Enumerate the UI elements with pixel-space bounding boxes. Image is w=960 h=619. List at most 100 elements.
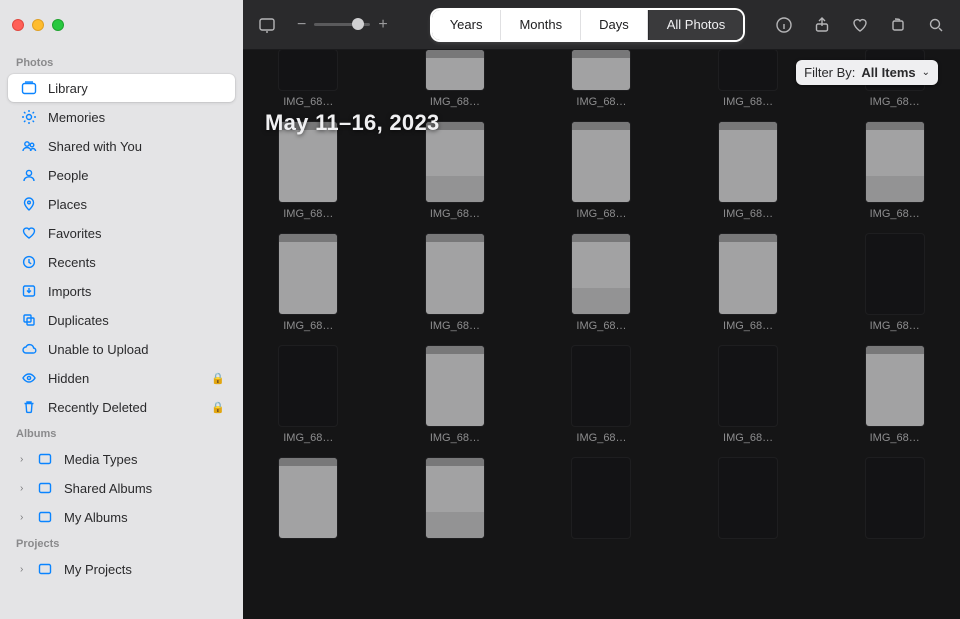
photo-thumbnail[interactable] xyxy=(279,50,337,90)
photo-cell[interactable]: IMG_68… xyxy=(412,50,499,108)
photo-thumbnail[interactable] xyxy=(572,122,630,202)
photo-cell[interactable]: IMG_68… xyxy=(705,346,792,444)
photo-thumbnail[interactable] xyxy=(866,458,924,538)
photo-caption: IMG_68… xyxy=(283,432,333,444)
photo-thumbnail[interactable] xyxy=(279,458,337,538)
photo-cell[interactable]: IMG_68… xyxy=(558,50,645,108)
photo-thumbnail[interactable] xyxy=(719,50,777,90)
fullscreen-window-button[interactable] xyxy=(52,19,64,31)
info-icon[interactable] xyxy=(774,15,794,35)
photo-thumbnail[interactable] xyxy=(866,234,924,314)
photo-cell[interactable]: IMG_68… xyxy=(558,346,645,444)
photo-caption: IMG_68… xyxy=(723,96,773,108)
photo-cell[interactable]: IMG_68… xyxy=(851,234,938,332)
toolbar: − + Years Months Days All Photos xyxy=(243,0,960,50)
sidebar-item-shared-with-you[interactable]: Shared with You xyxy=(8,132,235,160)
photo-cell[interactable]: IMG_68… xyxy=(705,50,792,108)
sidebar-item-unable-to-upload[interactable]: Unable to Upload xyxy=(8,335,235,363)
places-icon xyxy=(20,195,38,213)
photo-cell[interactable]: IMG_68… xyxy=(412,346,499,444)
sidebar-item-imports[interactable]: Imports xyxy=(8,277,235,305)
share-icon[interactable] xyxy=(812,15,832,35)
photo-thumbnail[interactable] xyxy=(719,122,777,202)
sidebar-item-media-types[interactable]: › Media Types xyxy=(8,445,235,473)
eye-off-icon xyxy=(20,369,38,387)
sidebar-item-label: Favorites xyxy=(48,226,101,241)
photo-cell[interactable]: IMG_68… xyxy=(705,122,792,220)
photo-cell[interactable]: IMG_68… xyxy=(265,234,352,332)
duplicates-icon xyxy=(20,311,38,329)
photo-thumbnail[interactable] xyxy=(866,122,924,202)
sidebar-item-recently-deleted[interactable]: Recently Deleted 🔒 xyxy=(8,393,235,421)
sidebar-item-my-projects[interactable]: › My Projects xyxy=(8,555,235,583)
photo-cell[interactable]: IMG_68… xyxy=(265,122,352,220)
photo-thumbnail[interactable] xyxy=(719,234,777,314)
photo-caption: IMG_68… xyxy=(430,432,480,444)
photo-caption: IMG_68… xyxy=(576,432,626,444)
sidebar-item-memories[interactable]: Memories xyxy=(8,103,235,131)
photo-caption: IMG_68… xyxy=(430,96,480,108)
photo-thumbnail[interactable] xyxy=(719,346,777,426)
photo-thumbnail[interactable] xyxy=(572,234,630,314)
sidebar-item-recents[interactable]: Recents xyxy=(8,248,235,276)
photo-thumbnail[interactable] xyxy=(572,50,630,90)
sidebar-item-places[interactable]: Places xyxy=(8,190,235,218)
sidebar-item-favorites[interactable]: Favorites xyxy=(8,219,235,247)
photo-caption: IMG_68… xyxy=(870,208,920,220)
photo-thumbnail[interactable] xyxy=(279,234,337,314)
photo-thumbnail[interactable] xyxy=(426,234,484,314)
photo-thumbnail[interactable] xyxy=(426,346,484,426)
photo-thumbnail[interactable] xyxy=(719,458,777,538)
segment-months[interactable]: Months xyxy=(501,10,581,40)
slider-knob[interactable] xyxy=(352,18,364,30)
photo-cell[interactable] xyxy=(851,458,938,538)
photo-cell[interactable]: IMG_68… xyxy=(558,234,645,332)
sidebar-item-my-albums[interactable]: › My Albums xyxy=(8,503,235,531)
favorite-icon[interactable] xyxy=(850,15,870,35)
photo-cell[interactable]: IMG_68… xyxy=(851,346,938,444)
photo-cell[interactable]: IMG_68… xyxy=(265,50,352,108)
photo-thumbnail[interactable] xyxy=(572,458,630,538)
close-window-button[interactable] xyxy=(12,19,24,31)
photo-thumbnail[interactable] xyxy=(572,346,630,426)
slider-track[interactable] xyxy=(314,23,370,26)
photo-cell[interactable]: IMG_68… xyxy=(558,122,645,220)
photo-thumbnail[interactable] xyxy=(866,346,924,426)
sidebar-item-duplicates[interactable]: Duplicates xyxy=(8,306,235,334)
photo-thumbnail[interactable] xyxy=(279,346,337,426)
photo-cell[interactable]: IMG_68… xyxy=(851,122,938,220)
photo-caption: IMG_68… xyxy=(870,432,920,444)
photo-caption: IMG_68… xyxy=(576,320,626,332)
sidebar-item-label: Media Types xyxy=(64,452,137,467)
chevron-down-icon: ⌄ xyxy=(922,67,930,78)
sidebar-item-label: My Albums xyxy=(64,510,128,525)
aspect-icon[interactable] xyxy=(257,15,277,35)
photo-cell[interactable] xyxy=(412,458,499,538)
photo-cell[interactable] xyxy=(705,458,792,538)
album-icon xyxy=(36,479,54,497)
sidebar-item-label: Shared Albums xyxy=(64,481,152,496)
photo-caption: IMG_68… xyxy=(723,320,773,332)
zoom-slider[interactable]: − + xyxy=(297,16,388,34)
photo-cell[interactable]: IMG_68… xyxy=(705,234,792,332)
photo-cell[interactable]: IMG_68… xyxy=(265,346,352,444)
segment-days[interactable]: Days xyxy=(581,10,648,40)
photo-caption: IMG_68… xyxy=(576,208,626,220)
photo-cell[interactable]: IMG_68… xyxy=(412,122,499,220)
minimize-window-button[interactable] xyxy=(32,19,44,31)
photo-cell[interactable] xyxy=(265,458,352,538)
filter-dropdown[interactable]: Filter By: All Items ⌄ xyxy=(796,60,938,85)
sidebar-item-hidden[interactable]: Hidden 🔒 xyxy=(8,364,235,392)
search-icon[interactable] xyxy=(926,15,946,35)
segment-years[interactable]: Years xyxy=(432,10,502,40)
segment-all-photos[interactable]: All Photos xyxy=(648,10,744,40)
sidebar-item-label: Memories xyxy=(48,110,105,125)
photo-thumbnail[interactable] xyxy=(426,50,484,90)
sidebar-item-people[interactable]: People xyxy=(8,161,235,189)
photo-thumbnail[interactable] xyxy=(426,458,484,538)
rotate-icon[interactable] xyxy=(888,15,908,35)
photo-cell[interactable]: IMG_68… xyxy=(412,234,499,332)
sidebar-item-library[interactable]: Library xyxy=(8,74,235,102)
sidebar-item-shared-albums[interactable]: › Shared Albums xyxy=(8,474,235,502)
photo-cell[interactable] xyxy=(558,458,645,538)
